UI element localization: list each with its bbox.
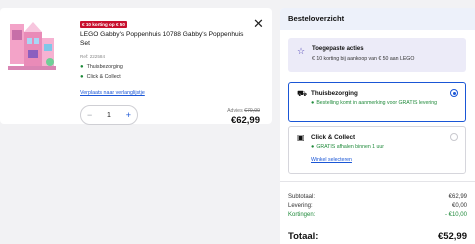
shipping-option-note: ● Bestelling komt in aanmerking voor GRAT… [311,100,453,107]
promo-text: € 10 korting bij aankoop van € 50 aan LE… [312,56,415,62]
item-price: €62,99 [230,115,260,126]
cart-item-card: ✕ € 10 korting op € 50 LEGO Gabby's Popp… [0,8,272,126]
quantity-stepper: − 1 + [80,105,138,125]
list-price: Advies €79,99 [227,108,260,114]
star-icon: ☆ [297,46,306,56]
order-overview-panel: Besteloverzicht ☆ Toegepaste acties € 10… [280,8,475,244]
truck-icon: ⛟ [297,89,308,98]
store-icon: ▣ [297,133,305,142]
summary-divider [280,181,475,182]
availability-dot-icon: ● [80,74,84,80]
shipping-option-note-text: Bestelling komt in aanmerking voor GRATI… [316,100,438,106]
delivery-value: €0,00 [451,203,467,209]
shipping-option-note: ● GRATIS afhalen binnen 1 uur [311,144,384,151]
shipping-option-title: Thuisbezorging [311,90,358,97]
total-label: Totaal: [288,231,319,242]
move-to-wishlist-link[interactable]: Verplaats naar verlanglijstje [80,90,145,96]
subtotal-value: €62,99 [448,194,467,200]
home-delivery-radio[interactable] [450,89,458,97]
close-icon[interactable]: ✕ [253,17,264,30]
delivery-row: Levering: €0,00 [288,203,467,209]
subtotal-label: Subtotaal: [288,194,316,200]
list-price-label: Advies [227,108,243,114]
list-price-value: €79,99 [244,108,260,114]
availability-dot-icon: ● [80,64,84,70]
product-image[interactable] [6,18,58,74]
delivery-option-label: Thuisbezorging [86,64,123,70]
discount-row: Kortingen: - €10,00 [288,212,467,218]
delivery-option-label: Click & Collect [86,74,121,80]
quantity-value[interactable]: 1 [107,112,111,119]
shipping-option-note-text: GRATIS afhalen binnen 1 uur [316,144,384,150]
product-ref: Ref: 222584 [80,54,106,59]
decrease-quantity-button[interactable]: − [87,110,92,120]
availability-dot-icon: ● [311,100,315,106]
delivery-option-home: ● Thuisbezorging [80,64,123,70]
delivery-option-collect: ● Click & Collect [80,74,121,80]
shipping-option-click-collect[interactable]: ▣ Click & Collect ● GRATIS afhalen binnen… [288,126,466,174]
total-row: Totaal: €52,99 [288,231,467,242]
shipping-option-home-delivery[interactable]: ⛟ Thuisbezorging ● Bestelling komt in aan… [288,82,466,122]
discount-value: - €10,00 [444,212,467,218]
delivery-label: Levering: [288,203,313,209]
applied-promotions-box: ☆ Toegepaste acties € 10 korting bij aan… [288,38,466,72]
overview-title: Besteloverzicht [280,8,475,30]
click-collect-radio[interactable] [450,133,458,141]
select-store-link[interactable]: Winkel selecteren [311,157,352,163]
product-title[interactable]: LEGO Gabby's Poppenhuis 10788 Gabby's Po… [80,31,252,48]
total-value: €52,99 [437,231,467,242]
increase-quantity-button[interactable]: + [126,110,131,120]
shipping-option-title: Click & Collect [311,134,356,141]
discount-label: Kortingen: [288,212,316,218]
subtotal-row: Subtotaal: €62,99 [288,194,467,200]
promo-badge: € 10 korting op € 50 [80,21,127,28]
availability-dot-icon: ● [311,144,315,150]
promo-title: Toegepaste acties [312,46,364,52]
